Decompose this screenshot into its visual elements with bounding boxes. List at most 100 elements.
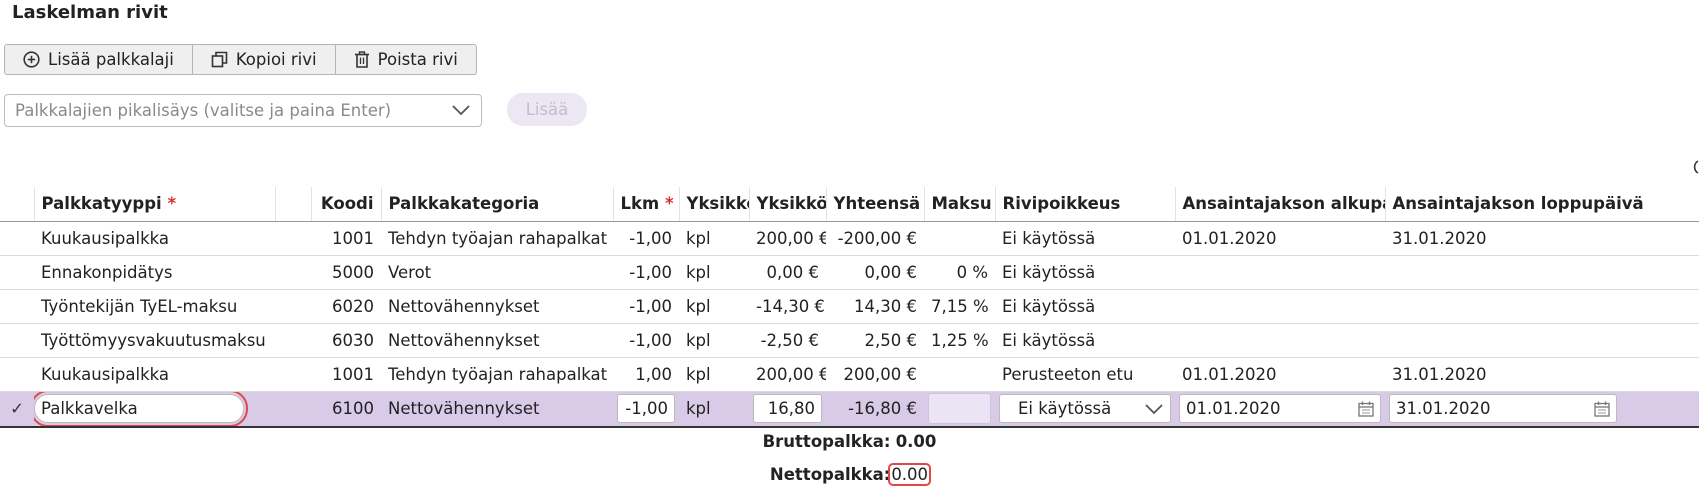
cell-palkkatyyppi: Työttömyysvakuutusmaksu [34,323,311,358]
table-row[interactable]: Työntekijän TyEL-maksu 6020 Nettovähennyks… [0,289,1699,324]
copy-row-label: Kopioi rivi [235,50,317,69]
cell-yksikkohinta: -14,30 € [749,289,826,324]
column-header-spacer [275,187,312,222]
cell-maksu: 1,25 % [924,323,995,358]
start-date-input[interactable]: 01.01.2020 [1179,394,1381,424]
gross-pay-total: Bruttopalkka: 0.00 [0,432,1699,451]
quantity-value: -1,00 [625,399,668,419]
column-header-koodi[interactable]: Koodi [311,187,382,222]
cell-yhteensa: -200,00 € [826,221,924,256]
calendar-icon[interactable] [1358,401,1374,417]
calendar-icon[interactable] [1594,401,1610,417]
row-select-cell [0,323,34,358]
table-row-editing[interactable]: ✓ Palkkavelka 6100 Nettovähennykset -1,0… [0,391,1699,428]
row-exception-select[interactable]: Ei käytössä [999,394,1171,424]
unit-price-input[interactable]: 16,80 [753,394,822,424]
page-title: Laskelman rivit [12,2,168,23]
pay-type-value: Palkkavelka [41,399,138,419]
gross-pay-label: Bruttopalkka: [762,432,891,451]
cell-kategoria: Tehdyn työajan rahapalkat [381,357,613,392]
chevron-down-icon [1145,404,1163,415]
trash-icon [354,51,369,68]
net-pay-total: Nettopalkka:0.00 [0,463,1699,486]
cell-loppupaiva [1385,323,1699,358]
start-date-value: 01.01.2020 [1186,399,1281,419]
cell-koodi: 6020 [311,289,381,324]
cell-koodi: 6100 [311,391,381,428]
column-header-yksikkohinta[interactable]: Yksikköh [749,187,827,222]
chevron-down-icon [452,105,470,116]
cell-maksu [924,357,995,392]
cell-palkkatyyppi: Ennakonpidätys [34,255,311,290]
cell-lkm: -1,00 [613,323,679,358]
cell-lkm: -1,00 [613,221,679,256]
check-icon: ✓ [0,391,34,428]
cell-loppupaiva: 31.01.2020 [1385,357,1699,392]
cell-rivipoikkeus: Ei käytössä [995,221,1175,256]
cell-kategoria: Tehdyn työajan rahapalkat [381,221,613,256]
cell-maksu: 7,15 % [924,289,995,324]
cell-yhteensa: 14,30 € [826,289,924,324]
copy-row-button[interactable]: Kopioi rivi [191,44,336,75]
column-header-palkkatyyppi[interactable]: Palkkatyyppi * [34,187,276,222]
plus-circle-icon [23,51,40,68]
column-header-palkkakategoria[interactable]: Palkkakategoria [381,187,614,222]
end-date-input[interactable]: 31.01.2020 [1389,394,1617,424]
cell-alkupaiva: 01.01.2020 [1175,357,1385,392]
cell-yhteensa: -16,80 € [826,391,924,428]
column-header-loppupaiva[interactable]: Ansaintajakson loppupäivä [1385,187,1699,222]
cell-yksikko: kpl [679,391,749,428]
cell-rivipoikkeus: Perusteeton etu [995,357,1175,392]
row-select-cell [0,255,34,290]
column-header-lkm[interactable]: Lkm * [613,187,680,222]
cell-yhteensa: 0,00 € [826,255,924,290]
delete-row-button[interactable]: Poista rivi [334,44,477,75]
cell-koodi: 5000 [311,255,381,290]
quick-add-button[interactable]: Lisää [507,93,587,126]
cell-yksikko: kpl [679,357,749,392]
row-select-cell [0,221,34,256]
cell-loppupaiva: 31.01.2020 [1385,221,1699,256]
cell-palkkatyyppi: Kuukausipalkka [34,357,311,392]
table-header-row: Palkkatyyppi * Koodi Palkkakategoria Lkm… [0,187,1699,222]
cell-lkm: -1,00 [613,289,679,324]
table-row[interactable]: Kuukausipalkka 1001 Tehdyn työajan rahapal… [0,357,1699,392]
table-row[interactable]: Työttömyysvakuutusmaksu 6030 Nettovähennyk… [0,323,1699,358]
column-header-yhteensa[interactable]: Yhteensä [826,187,925,222]
cell-kategoria: Verot [381,255,613,290]
cell-yksikkohinta: 0,00 € [749,255,826,290]
cell-rivipoikkeus: Ei käytössä [995,289,1175,324]
cell-yhteensa: 2,50 € [826,323,924,358]
cell-yksikko: kpl [679,289,749,324]
cell-alkupaiva [1175,255,1385,290]
pay-type-input[interactable]: Palkkavelka [34,391,248,425]
cell-maksu [924,221,995,256]
cell-kategoria: Nettovähennykset [381,391,613,428]
table-row[interactable]: Kuukausipalkka 1001 Tehdyn työajan rahapal… [0,221,1699,256]
select-column-header [0,187,35,222]
column-header-rivipoikkeus[interactable]: Rivipoikkeus [995,187,1176,222]
payment-percent-input[interactable] [928,393,991,425]
cell-yksikko: kpl [679,255,749,290]
required-marker: * [167,194,177,214]
refresh-icon[interactable] [1688,158,1699,176]
row-exception-value: Ei käytössä [1018,399,1112,419]
add-pay-type-button[interactable]: Lisää palkkalaji [4,44,193,75]
column-header-maksu[interactable]: Maksu [924,187,996,222]
cell-rivipoikkeus: Ei käytössä [995,255,1175,290]
cell-loppupaiva [1385,255,1699,290]
cell-maksu: 0 % [924,255,995,290]
column-header-yksikko[interactable]: Yksikkö [679,187,750,222]
add-pay-type-label: Lisää palkkalaji [48,50,174,69]
cell-loppupaiva [1385,289,1699,324]
cell-lkm: -1,00 [613,255,679,290]
cell-alkupaiva: 01.01.2020 [1175,221,1385,256]
row-select-cell [0,289,34,324]
cell-yhteensa: 200,00 € [826,357,924,392]
cell-yksikkohinta: 200,00 € [749,221,826,256]
column-header-alkupaiva[interactable]: Ansaintajakson alkupäivä [1175,187,1386,222]
table-row[interactable]: Ennakonpidätys 5000 Verot -1,00 kpl 0,00 €0,0… [0,255,1699,290]
quick-add-select[interactable]: Palkkalajien pikalisäys (valitse ja pain… [4,94,482,127]
cell-alkupaiva [1175,289,1385,324]
quantity-input[interactable]: -1,00 [617,394,675,424]
